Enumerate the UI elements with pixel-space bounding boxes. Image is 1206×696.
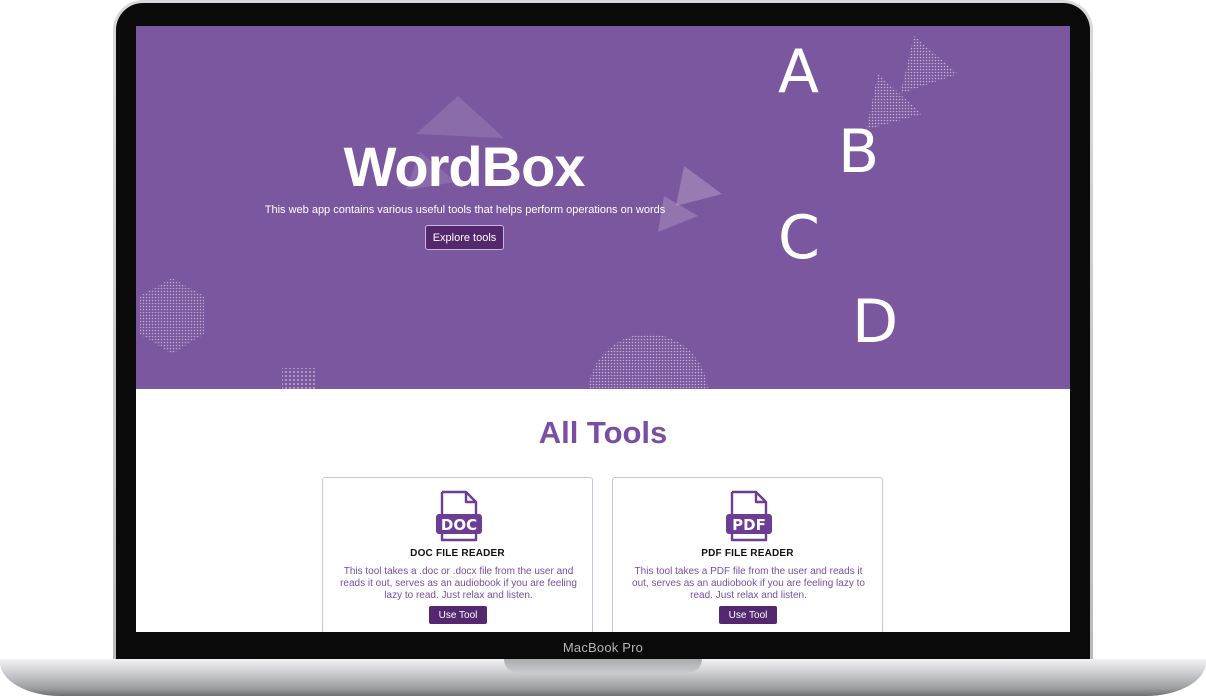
tool-card-title: DOC FILE READER: [410, 548, 505, 559]
doc-file-icon: DOC: [436, 490, 482, 542]
hero-section: WordBox This web app contains various us…: [136, 26, 1070, 389]
laptop-base-notch: [504, 659, 702, 673]
pdf-file-icon: PDF: [726, 490, 772, 542]
use-tool-button[interactable]: Use Tool: [429, 606, 487, 624]
dotted-square-shape: [282, 368, 316, 389]
browser-viewport: WordBox This web app contains various us…: [136, 26, 1070, 632]
tool-card-title: PDF FILE READER: [701, 548, 794, 559]
device-model-label: MacBook Pro: [562, 640, 644, 655]
decorative-letter-c: C: [778, 203, 820, 273]
triangle-shape: [416, 96, 504, 138]
tool-card-doc-reader: DOC DOC FILE READER This tool takes a .d…: [322, 477, 593, 632]
decorative-letter-d: D: [852, 287, 899, 357]
dotted-triangle-shape: [900, 36, 958, 94]
hero-subtitle: This web app contains various useful too…: [264, 204, 666, 216]
dotted-hexagon-shape: [140, 278, 204, 354]
all-tools-heading: All Tools: [538, 415, 668, 450]
explore-tools-button[interactable]: Explore tools: [425, 225, 504, 250]
decorative-letter-b: B: [838, 117, 880, 187]
decorative-letter-a: A: [778, 37, 820, 107]
pdf-icon-label: PDF: [732, 516, 766, 534]
tool-card-description: This tool takes a PDF file from the user…: [632, 566, 865, 601]
tool-card-description: This tool takes a .doc or .docx file fro…: [340, 566, 577, 601]
use-tool-button[interactable]: Use Tool: [719, 606, 777, 624]
dotted-circle-shape: [588, 334, 708, 389]
tool-card-pdf-reader: PDF PDF FILE READER This tool takes a PD…: [612, 477, 883, 632]
hero-title: WordBox: [343, 135, 586, 198]
doc-icon-label: DOC: [441, 516, 477, 534]
